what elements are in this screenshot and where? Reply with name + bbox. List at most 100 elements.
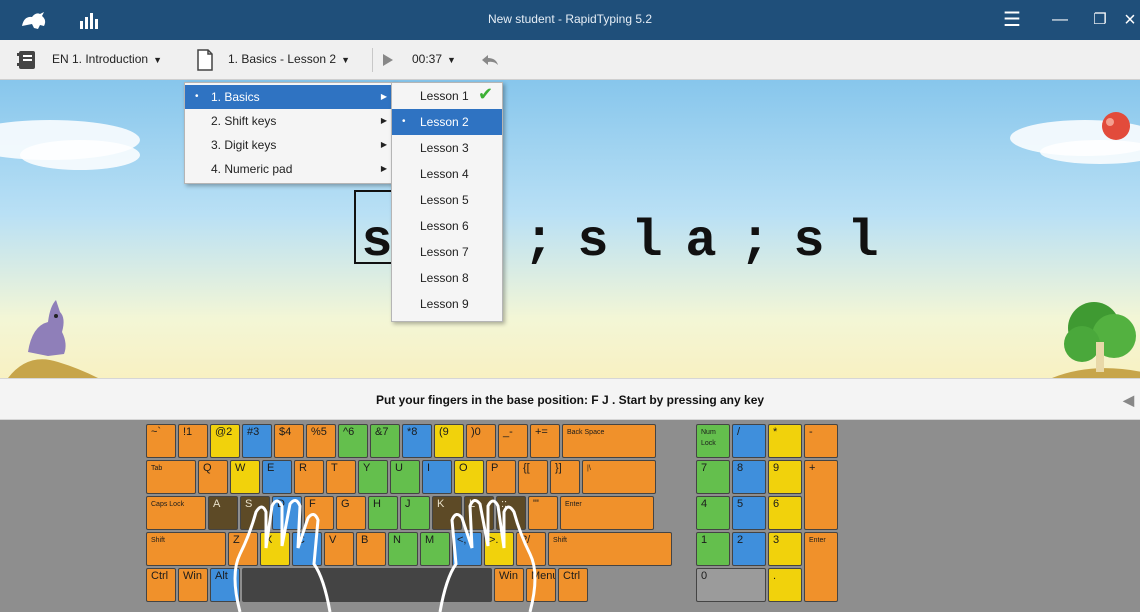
keyboard-key[interactable]: += bbox=[530, 424, 560, 458]
key-label: |\ bbox=[587, 465, 591, 472]
keyboard-key[interactable]: %5 bbox=[306, 424, 336, 458]
numpad-key[interactable]: - bbox=[804, 424, 838, 458]
keyboard-key[interactable]: #3 bbox=[242, 424, 272, 458]
keyboard-key[interactable]: Win bbox=[178, 568, 208, 602]
keyboard-key[interactable]: Ctrl bbox=[558, 568, 588, 602]
key-label: #3 bbox=[247, 426, 260, 438]
typing-char: s bbox=[577, 212, 609, 271]
numpad-key[interactable]: 1 bbox=[696, 532, 730, 566]
menu-item-lesson-2[interactable]: • Lesson 2 bbox=[392, 109, 502, 135]
keyboard-key[interactable]: E bbox=[262, 460, 292, 494]
numpad-key[interactable]: 2 bbox=[732, 532, 766, 566]
typing-char: ; bbox=[739, 212, 771, 271]
key-label: (9 bbox=[439, 426, 449, 438]
menu-item-lesson-9[interactable]: Lesson 9 bbox=[392, 291, 502, 317]
numpad-key[interactable]: 0 bbox=[696, 568, 766, 602]
keyboard-key[interactable]: Shift bbox=[548, 532, 672, 566]
menu-item-lesson-7[interactable]: Lesson 7 bbox=[392, 239, 502, 265]
balloon-icon bbox=[1102, 112, 1130, 140]
document-icon[interactable] bbox=[196, 48, 214, 72]
keyboard-key[interactable]: $4 bbox=[274, 424, 304, 458]
menu-item-digit-keys[interactable]: 3. Digit keys ▶ bbox=[185, 133, 395, 157]
keyboard-key[interactable]: T bbox=[326, 460, 356, 494]
menu-item-shift-keys[interactable]: 2. Shift keys ▶ bbox=[185, 109, 395, 133]
keyboard-key[interactable]: Ctrl bbox=[146, 568, 176, 602]
keyboard-key[interactable]: ^6 bbox=[338, 424, 368, 458]
keyboard-key[interactable]: )0 bbox=[466, 424, 496, 458]
keyboard-key[interactable]: U bbox=[390, 460, 420, 494]
numpad-key[interactable]: Num Lock bbox=[696, 424, 730, 458]
key-label: Num Lock bbox=[701, 429, 716, 447]
keyboard-key[interactable]: R bbox=[294, 460, 324, 494]
menu-item-lesson-6[interactable]: Lesson 6 bbox=[392, 213, 502, 239]
menu-icon[interactable]: ☰ bbox=[998, 6, 1026, 34]
keyboard-key[interactable]: P bbox=[486, 460, 516, 494]
numpad-key[interactable]: 3 bbox=[768, 532, 802, 566]
key-label: + bbox=[809, 462, 816, 474]
keyboard-key[interactable]: _- bbox=[498, 424, 528, 458]
menu-item-basics[interactable]: • 1. Basics ▶ bbox=[185, 85, 395, 109]
course-dropdown[interactable]: EN 1. Introduction ▼ bbox=[52, 52, 162, 66]
keyboard-key[interactable]: &7 bbox=[370, 424, 400, 458]
numpad-key[interactable]: * bbox=[768, 424, 802, 458]
keyboard-key[interactable]: Y bbox=[358, 460, 388, 494]
key-label: &7 bbox=[375, 426, 389, 438]
keyboard-key[interactable]: ~` bbox=[146, 424, 176, 458]
numpad-key[interactable]: 5 bbox=[732, 496, 766, 530]
menu-item-lesson-4[interactable]: Lesson 4 bbox=[392, 161, 502, 187]
keyboard-key[interactable]: Q bbox=[198, 460, 228, 494]
keyboard-key[interactable]: Tab bbox=[146, 460, 196, 494]
close-icon[interactable]: × bbox=[1120, 6, 1140, 34]
menu-item-lesson-1[interactable]: Lesson 1 ✔ bbox=[392, 83, 502, 109]
keyboard-key[interactable]: @2 bbox=[210, 424, 240, 458]
keyboard-key[interactable]: Caps Lock bbox=[146, 496, 206, 530]
numpad-key[interactable]: 6 bbox=[768, 496, 802, 530]
keyboard-key[interactable]: (9 bbox=[434, 424, 464, 458]
timer-label: 00:37 bbox=[412, 52, 443, 66]
chevron-right-icon: ▶ bbox=[380, 116, 387, 125]
numpad-key[interactable]: Enter bbox=[804, 532, 838, 602]
numpad-key[interactable]: 9 bbox=[768, 460, 802, 494]
keyboard-area: ~` !1 @2 #3 $4 %5 ^6 &7 *8 (9 )0 _- += Back Space Tab Q… bbox=[0, 420, 1140, 612]
numpad-key[interactable]: 4 bbox=[696, 496, 730, 530]
chevron-left-icon[interactable]: ◀ bbox=[1123, 379, 1134, 421]
numpad-key[interactable]: . bbox=[768, 568, 802, 602]
menu-item-numeric-pad[interactable]: 4. Numeric pad ▶ bbox=[185, 157, 395, 181]
keyboard-key[interactable]: }] bbox=[550, 460, 580, 494]
bullet-icon: • bbox=[402, 116, 406, 127]
play-icon[interactable] bbox=[382, 53, 394, 67]
keyboard-key[interactable]: O bbox=[454, 460, 484, 494]
numpad-key[interactable]: 7 bbox=[696, 460, 730, 494]
book-icon[interactable] bbox=[16, 49, 38, 71]
key-label: 6 bbox=[773, 498, 780, 510]
key-label: Shift bbox=[151, 537, 166, 544]
tree-icon bbox=[1052, 302, 1140, 378]
keyboard-key[interactable]: Enter bbox=[560, 496, 654, 530]
numpad-key[interactable]: / bbox=[732, 424, 766, 458]
undo-icon[interactable] bbox=[478, 52, 500, 68]
lesson-dropdown[interactable]: 1. Basics - Lesson 2 ▼ bbox=[228, 52, 350, 66]
key-label: - bbox=[809, 426, 813, 438]
keyboard-key[interactable]: W bbox=[230, 460, 260, 494]
keyboard-key[interactable]: *8 bbox=[402, 424, 432, 458]
key-label: {[ bbox=[523, 462, 530, 474]
key-label: }] bbox=[555, 462, 562, 474]
numpad-key[interactable]: + bbox=[804, 460, 838, 530]
minimize-icon[interactable]: — bbox=[1046, 6, 1074, 34]
menu-item-lesson-5[interactable]: Lesson 5 bbox=[392, 187, 502, 213]
menu-item-label: Lesson 7 bbox=[420, 245, 469, 259]
timer-dropdown[interactable]: 00:37 ▼ bbox=[412, 52, 456, 66]
keyboard-key[interactable]: !1 bbox=[178, 424, 208, 458]
keyboard-key[interactable]: |\ bbox=[582, 460, 656, 494]
menu-item-lesson-8[interactable]: Lesson 8 bbox=[392, 265, 502, 291]
section-menu: • 1. Basics ▶ 2. Shift keys ▶ 3. Digit keys… bbox=[184, 82, 396, 184]
hint-text: Put your fingers in the base position: F… bbox=[375, 393, 765, 407]
keyboard-key[interactable]: Back Space bbox=[562, 424, 656, 458]
keyboard-key[interactable]: I bbox=[422, 460, 452, 494]
keyboard-key[interactable]: Shift bbox=[146, 532, 226, 566]
numpad-key[interactable]: 8 bbox=[732, 460, 766, 494]
keyboard-key[interactable]: {[ bbox=[518, 460, 548, 494]
restore-icon[interactable]: ❐ bbox=[1086, 6, 1114, 34]
menu-item-lesson-3[interactable]: Lesson 3 bbox=[392, 135, 502, 161]
menu-item-label: Lesson 2 bbox=[420, 115, 469, 129]
